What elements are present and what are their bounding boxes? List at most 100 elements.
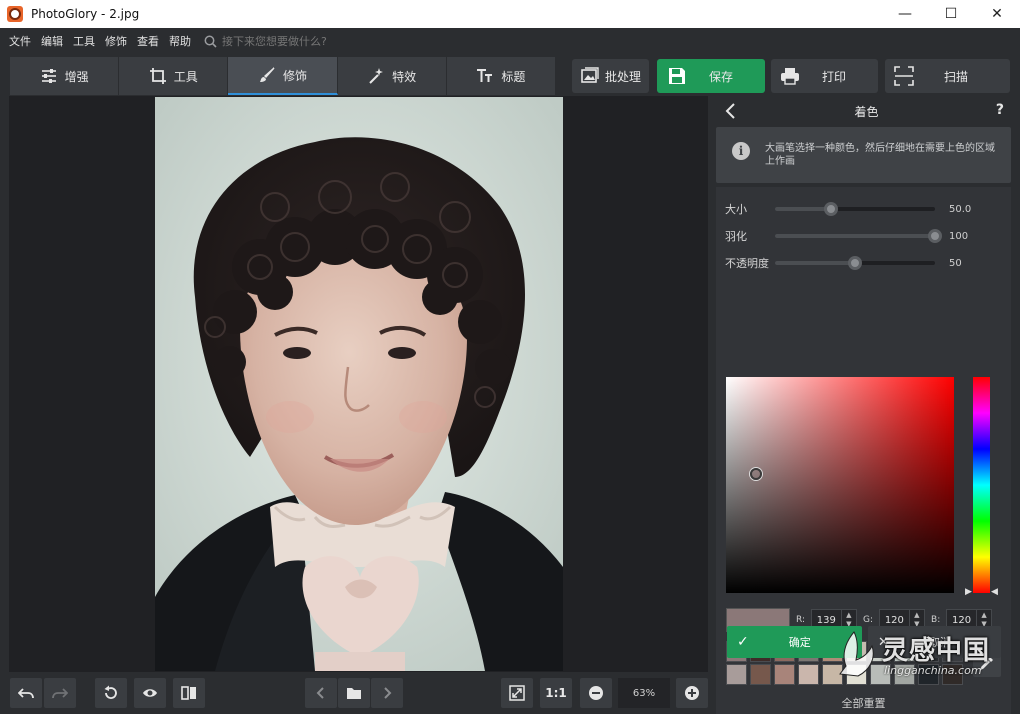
scan-button[interactable]: 扫描	[885, 59, 1010, 93]
slider-track[interactable]	[775, 202, 935, 216]
menu-edit[interactable]: 编辑	[36, 33, 68, 49]
zoom-in-button[interactable]	[676, 678, 708, 708]
g-label: G:	[863, 615, 874, 625]
brush-icon	[259, 67, 275, 82]
slider-thumb[interactable]	[928, 229, 942, 243]
reset-rotate-button[interactable]	[95, 678, 127, 708]
color-swatch[interactable]	[774, 664, 795, 685]
batch-button[interactable]: 批处理	[572, 59, 649, 93]
slider-value: 50	[949, 257, 962, 269]
image-canvas[interactable]	[9, 96, 708, 672]
tab-enhance[interactable]: 增强	[10, 57, 120, 95]
color-swatch[interactable]	[942, 664, 963, 685]
zoom-in-icon	[685, 686, 699, 700]
tab-tools[interactable]: 工具	[119, 57, 229, 95]
magic-wand-icon	[369, 68, 384, 84]
slider-thumb[interactable]	[824, 202, 838, 216]
zoom-out-button[interactable]	[580, 678, 612, 708]
color-cursor[interactable]	[749, 468, 762, 481]
color-swatch[interactable]	[726, 664, 747, 685]
slider-fill	[775, 234, 935, 238]
red-value[interactable]: 139	[812, 615, 841, 626]
reset-all-link[interactable]: 全部重置	[716, 695, 1011, 711]
fit-to-screen-button[interactable]	[501, 678, 533, 708]
feather-slider[interactable]: 羽化 100	[725, 228, 1000, 244]
tab-effects[interactable]: 特效	[337, 57, 447, 95]
opacity-slider[interactable]: 不透明度 50	[725, 255, 1000, 271]
menu-file[interactable]: 文件	[4, 33, 36, 49]
folder-icon	[347, 688, 361, 699]
color-swatch[interactable]	[750, 664, 771, 685]
hue-arrow-left-icon: ▶	[965, 587, 972, 597]
menu-view[interactable]: 查看	[132, 33, 164, 49]
title-bar: PhotoGlory - 2.jpg — ☐ ✕	[0, 0, 1020, 28]
fit-screen-icon	[509, 685, 525, 701]
text-icon	[477, 69, 493, 82]
color-swatch[interactable]	[846, 664, 867, 685]
slider-fill	[775, 261, 855, 265]
app-logo-icon	[7, 6, 23, 22]
open-folder-button[interactable]	[338, 678, 370, 708]
tab-label: 修饰	[282, 68, 307, 83]
color-swatch[interactable]	[870, 664, 891, 685]
hue-slider[interactable]	[973, 377, 990, 593]
panel-title: 着色	[854, 105, 879, 119]
slider-track[interactable]	[775, 256, 935, 270]
slider-label: 大小	[725, 203, 747, 216]
search-input[interactable]	[222, 34, 422, 48]
search-icon	[204, 35, 217, 48]
slider-label: 不透明度	[725, 257, 769, 270]
slider-fill	[775, 207, 831, 211]
slider-track[interactable]	[775, 229, 942, 243]
tab-label: 特效	[392, 69, 417, 84]
color-swatch[interactable]	[918, 664, 939, 685]
color-swatch[interactable]	[894, 664, 915, 685]
panel-header: 着色 ?	[713, 96, 1020, 126]
image-stack-icon	[581, 67, 599, 83]
confirm-button[interactable]: ✓ 确定	[727, 626, 862, 658]
menu-help[interactable]: 帮助	[164, 33, 196, 49]
redo-button[interactable]	[44, 678, 76, 708]
tab-captions[interactable]: 标题	[446, 57, 556, 95]
main-toolbar: 增强 工具 修饰 特效 标题 批处理 保存 打印 扫描	[0, 54, 1020, 96]
previous-image-button[interactable]	[305, 678, 337, 708]
cancel-button[interactable]: ✕ 取消	[868, 626, 1001, 658]
color-swatch[interactable]	[798, 664, 819, 685]
help-button[interactable]: ?	[996, 102, 1004, 118]
edited-photo[interactable]	[155, 97, 563, 671]
cancel-label: 取消	[928, 636, 951, 649]
save-button[interactable]: 保存	[657, 59, 765, 93]
sliders-icon	[41, 69, 56, 83]
compare-button[interactable]	[173, 678, 205, 708]
slider-value: 100	[949, 230, 969, 242]
tab-label: 工具	[173, 69, 198, 84]
menu-bar: 文件 编辑 工具 修饰 查看 帮助	[0, 28, 1020, 54]
bottom-toolbar: 1:1 63%	[0, 672, 710, 714]
next-image-button[interactable]	[371, 678, 403, 708]
undo-button[interactable]	[10, 678, 42, 708]
color-swatch[interactable]	[822, 664, 843, 685]
preview-button[interactable]	[134, 678, 166, 708]
minimize-button[interactable]: —	[882, 0, 928, 28]
compare-icon	[181, 686, 196, 700]
info-tip: i 大画笔选择一种颜色，然后仔细地在需要上色的区域上作画	[716, 127, 1011, 183]
rotate-icon	[104, 685, 117, 699]
batch-label: 批处理	[604, 69, 641, 84]
maximize-button[interactable]: ☐	[928, 0, 974, 28]
print-button[interactable]: 打印	[771, 59, 878, 93]
redo-icon	[52, 688, 68, 699]
zoom-level[interactable]: 63%	[618, 678, 670, 708]
floppy-disk-icon	[669, 68, 685, 84]
green-value[interactable]: 120	[880, 615, 909, 626]
blue-value[interactable]: 120	[947, 615, 976, 626]
actual-size-button[interactable]: 1:1	[540, 678, 572, 708]
info-icon: i	[732, 142, 750, 160]
menu-tools[interactable]: 工具	[68, 33, 100, 49]
tab-retouch[interactable]: 修饰	[228, 57, 338, 95]
close-button[interactable]: ✕	[974, 0, 1020, 28]
eye-icon	[143, 689, 157, 697]
slider-thumb[interactable]	[848, 256, 862, 270]
menu-retouch[interactable]: 修饰	[100, 33, 132, 49]
color-field[interactable]	[726, 377, 954, 593]
brush-size-slider[interactable]: 大小 50.0	[725, 201, 1000, 217]
